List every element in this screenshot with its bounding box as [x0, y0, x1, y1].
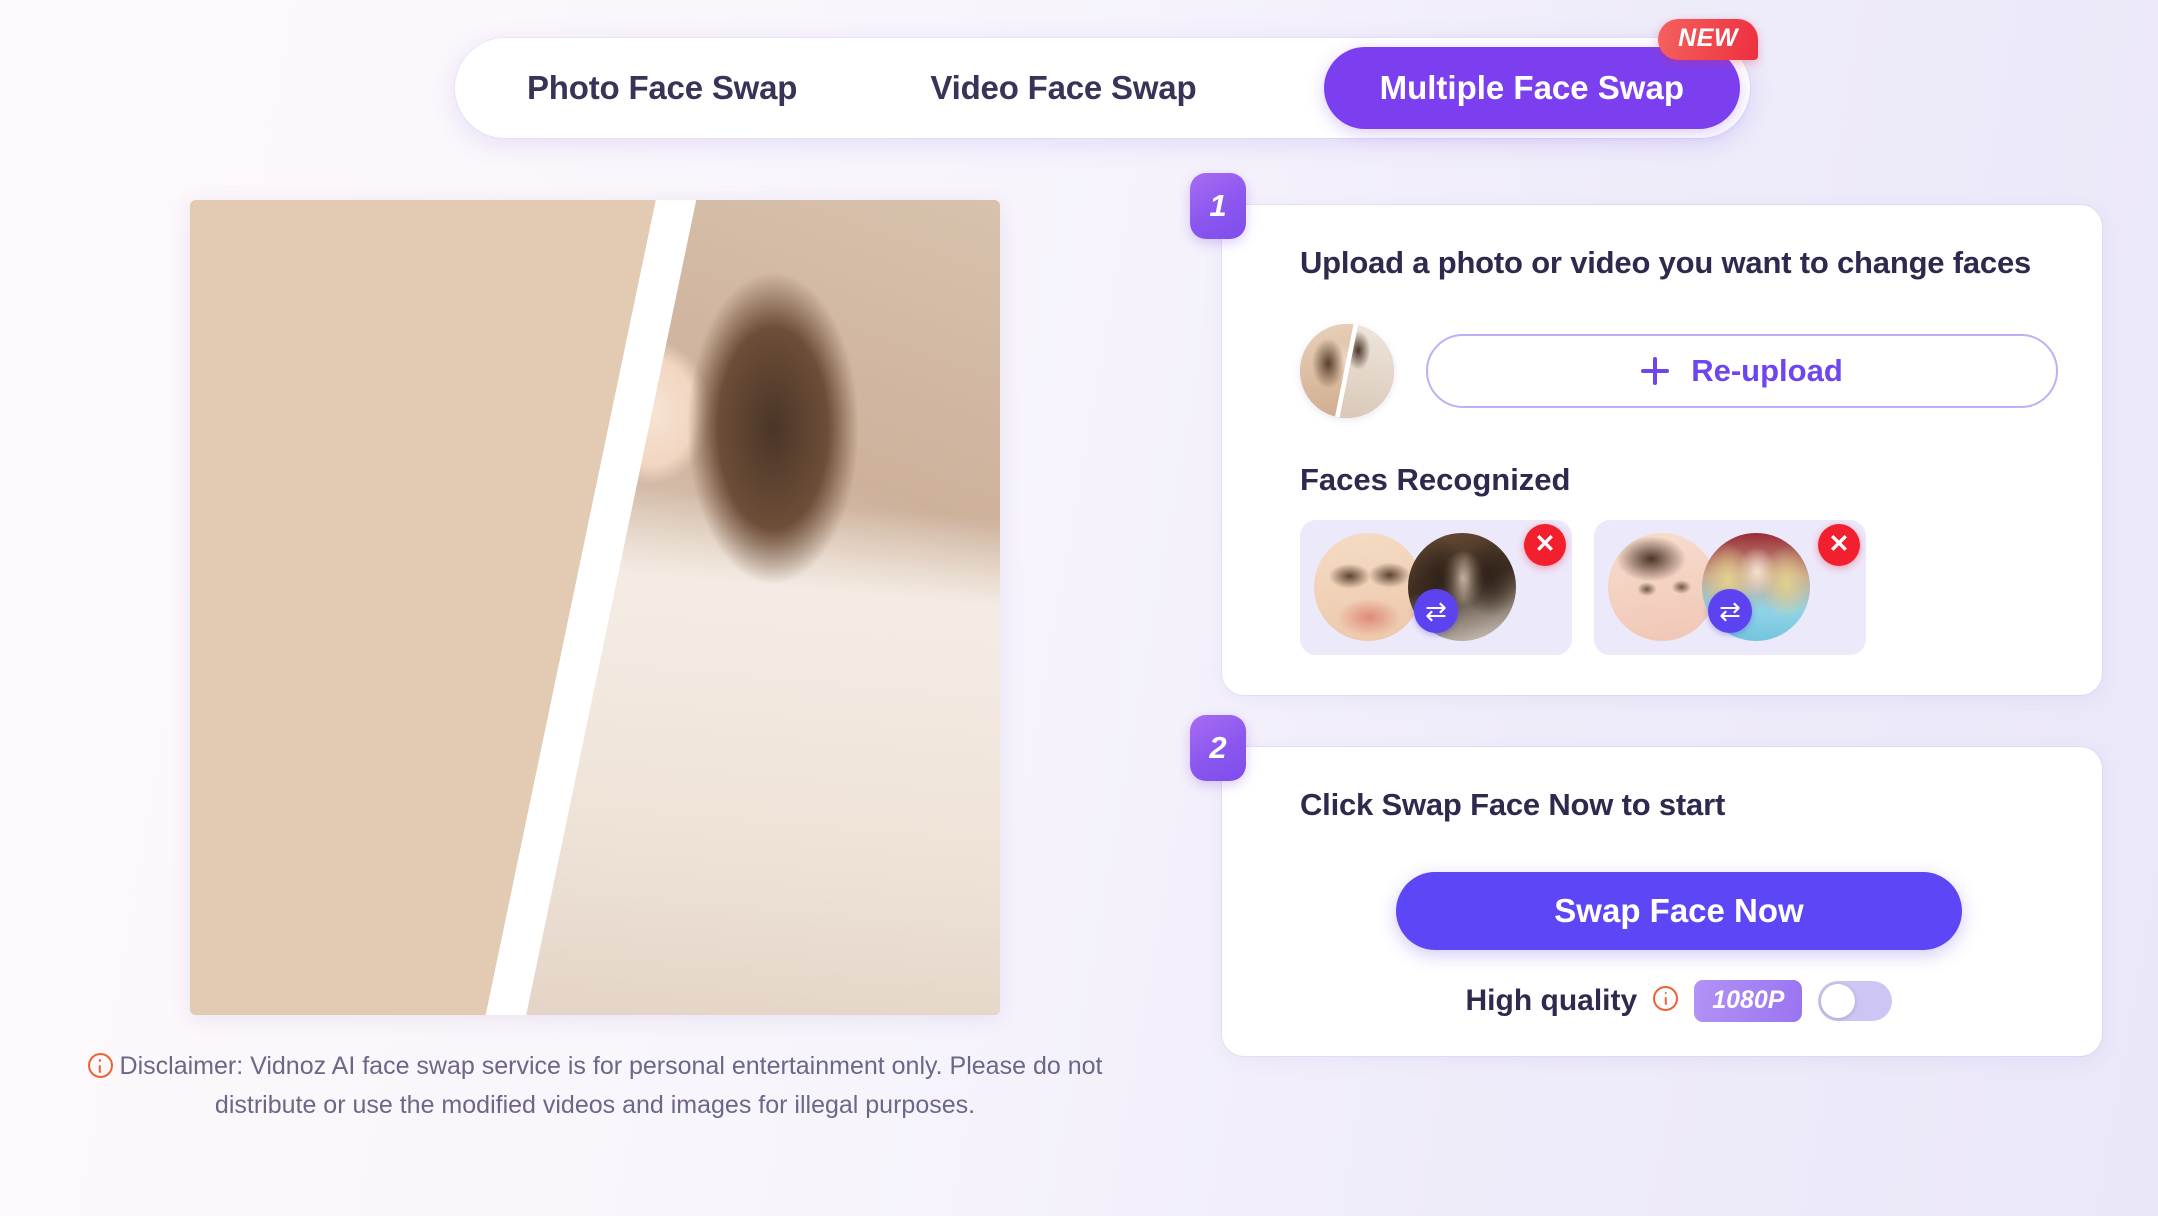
step-1-badge: 1 — [1190, 173, 1246, 239]
preview-image[interactable] — [190, 200, 1000, 1015]
swap-face-now-button[interactable]: Swap Face Now — [1396, 871, 1962, 950]
new-badge: NEW — [1658, 19, 1758, 60]
tab-video-face-swap[interactable]: Video Face Swap — [838, 69, 1196, 107]
step-1-title: Upload a photo or video you want to chan… — [1300, 245, 2032, 280]
step-2-title: Click Swap Face Now to start — [1300, 786, 1726, 822]
step-1-panel: 1 Upload a photo or video you want to ch… — [1190, 173, 2102, 695]
tab-multiple-face-swap-label: Multiple Face Swap — [1379, 69, 1684, 106]
faces-recognized-label: Faces Recognized — [1300, 461, 1571, 497]
uploaded-photo-thumbnail[interactable] — [1300, 323, 1394, 418]
info-circle-icon — [87, 1053, 113, 1088]
faces-recognized-list: ⇄ ✕ ⇄ ✕ — [1300, 519, 2058, 655]
step-2-badge: 2 — [1190, 714, 1246, 781]
info-circle-icon[interactable] — [1653, 985, 1679, 1016]
step-2-panel: 2 Click Swap Face Now to start Swap Face… — [1190, 714, 2102, 1056]
high-quality-row: High quality 1080P — [1300, 979, 2058, 1022]
face-pair-card-2[interactable]: ⇄ ✕ — [1594, 519, 1866, 655]
toggle-knob — [1821, 983, 1856, 1018]
detected-face-1-image — [1314, 533, 1422, 642]
detected-face-2-image — [1608, 533, 1716, 642]
tab-video-face-swap-label: Video Face Swap — [930, 69, 1197, 106]
disclaimer-text: Disclaimer: Vidnoz AI face swap service … — [119, 1052, 1103, 1119]
re-upload-label: Re-upload — [1691, 352, 1843, 388]
detected-face-2[interactable] — [1608, 533, 1716, 642]
preview-column: Disclaimer: Vidnoz AI face swap service … — [0, 200, 1190, 1122]
tab-photo-face-swap-label: Photo Face Swap — [527, 69, 798, 106]
plus-icon — [1641, 356, 1670, 385]
right-column: 1 Upload a photo or video you want to ch… — [1190, 173, 2102, 1056]
high-quality-label: High quality — [1465, 983, 1638, 1017]
delete-icon-1[interactable]: ✕ — [1524, 523, 1566, 566]
tab-bar: Photo Face Swap Video Face Swap Multiple… — [455, 19, 1758, 138]
face-pair-card-1[interactable]: ⇄ ✕ — [1300, 519, 1572, 655]
tab-bar-inner: Photo Face Swap Video Face Swap Multiple… — [455, 19, 1758, 138]
detected-face-1[interactable] — [1314, 533, 1422, 642]
tab-photo-face-swap[interactable]: Photo Face Swap — [455, 69, 797, 107]
resolution-badge: 1080P — [1694, 979, 1803, 1022]
delete-icon-2[interactable]: ✕ — [1818, 523, 1860, 566]
re-upload-button[interactable]: Re-upload — [1426, 333, 2058, 408]
upload-row: Re-upload — [1300, 323, 2058, 418]
swap-arrows-icon-2[interactable]: ⇄ — [1708, 589, 1752, 634]
swap-arrows-icon-1[interactable]: ⇄ — [1414, 589, 1458, 634]
tab-multiple-face-swap-wrapper: Multiple Face Swap NEW — [1323, 19, 1758, 129]
disclaimer: Disclaimer: Vidnoz AI face swap service … — [65, 1049, 1125, 1122]
high-quality-toggle[interactable] — [1818, 980, 1893, 1021]
